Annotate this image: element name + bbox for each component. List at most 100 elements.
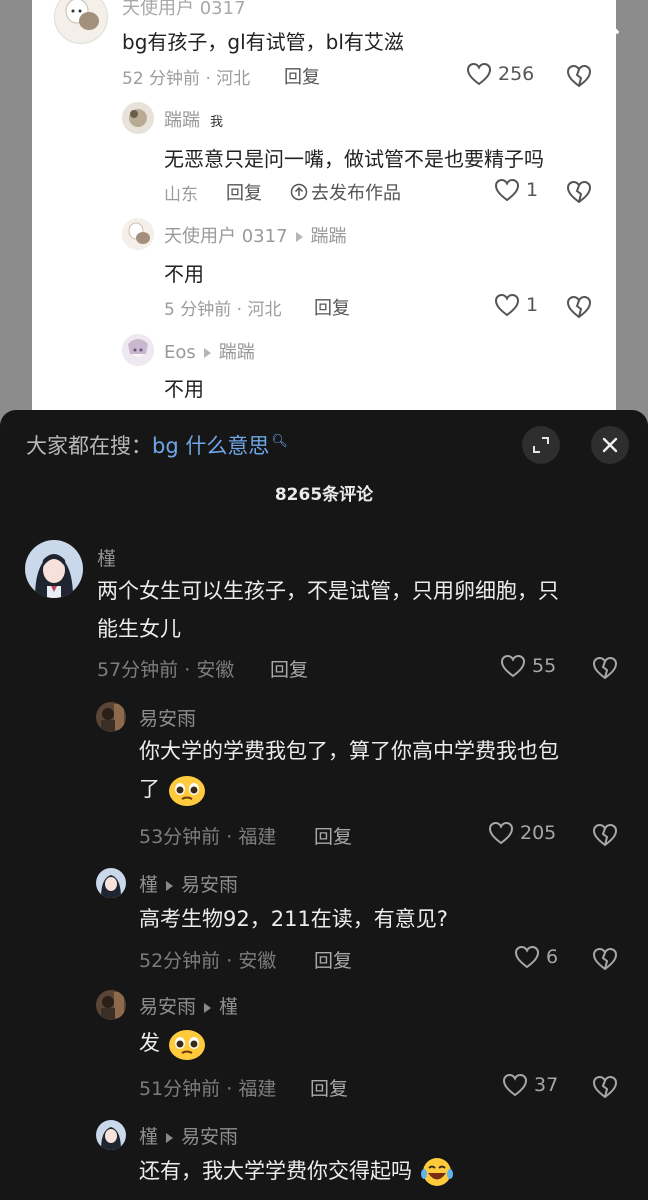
- reply-button[interactable]: 回复: [310, 1074, 348, 1101]
- close-button[interactable]: [591, 426, 629, 464]
- avatar[interactable]: [25, 540, 83, 598]
- comment-text: bg有孩子，gl有试管，bl有艾滋: [122, 30, 404, 54]
- reply-location: 福建: [238, 826, 277, 848]
- avatar[interactable]: [122, 218, 154, 250]
- reply-username[interactable]: 槿易安雨: [139, 1122, 238, 1149]
- author-tag: 我: [210, 115, 224, 130]
- reply-meta: 51分钟前 · 福建: [139, 1074, 276, 1101]
- reply-to-user: 易安雨: [181, 1126, 239, 1148]
- heart-icon: [494, 178, 520, 202]
- broken-heart-icon[interactable]: [566, 295, 592, 319]
- laughing-crying-emoji: [420, 1158, 453, 1186]
- reply-username-text: 天使用户 0317: [164, 226, 288, 247]
- broken-heart-icon[interactable]: [592, 823, 618, 847]
- heart-icon: [494, 293, 520, 317]
- reply-text-line: 你大学的学费我包了，算了你高中学费我也包: [139, 739, 559, 763]
- avatar[interactable]: [96, 702, 126, 732]
- reply-text-line: 发: [139, 1024, 207, 1062]
- reply-username[interactable]: 踹踹我: [164, 106, 223, 132]
- reply-username[interactable]: 易安雨: [139, 704, 196, 731]
- like-count: 1: [526, 294, 539, 316]
- reply-username[interactable]: 天使用户 0317 踹踹: [164, 222, 347, 248]
- reply-location: 山东: [164, 185, 198, 205]
- reply-text-line: 高考生物92，211在读，有意见?: [139, 907, 448, 931]
- meta-separator: ·: [205, 69, 211, 89]
- reply-to-arrow: [203, 348, 211, 358]
- avatar[interactable]: [96, 1120, 126, 1150]
- search-icon[interactable]: [586, 2, 622, 36]
- avatar[interactable]: [122, 102, 154, 134]
- like-button[interactable]: 6: [514, 945, 558, 969]
- broken-heart-icon[interactable]: [592, 1075, 618, 1099]
- comment-username[interactable]: 天使用户 0317: [122, 0, 246, 20]
- like-count: 55: [532, 655, 557, 677]
- comment-meta: 52 分钟前 · 河北: [122, 64, 250, 89]
- like-button[interactable]: 205: [488, 821, 556, 845]
- share-post-button[interactable]: 去发布作品: [290, 179, 401, 205]
- comment-text-line: 两个女生可以生孩子，不是试管，只用卵细胞，只: [97, 579, 559, 603]
- like-button[interactable]: 37: [502, 1073, 558, 1097]
- reply-location: 安徽: [238, 950, 277, 972]
- reply-time: 53分钟前: [139, 826, 221, 848]
- hot-search-term[interactable]: bg 什么意思: [152, 434, 269, 458]
- comment-location: 安徽: [196, 659, 235, 681]
- like-count: 256: [498, 63, 535, 85]
- comment-meta: 57分钟前 · 安徽: [97, 655, 234, 682]
- like-count: 1: [526, 179, 539, 201]
- reply-button[interactable]: 回复: [314, 822, 352, 849]
- like-button[interactable]: 1: [494, 178, 538, 202]
- reply-meta: 53分钟前 · 福建: [139, 822, 276, 849]
- like-button[interactable]: 1: [494, 293, 538, 317]
- reply-time: 52分钟前: [139, 950, 221, 972]
- reply-username-text: 槿: [139, 1126, 159, 1148]
- reply-location: 河北: [247, 300, 282, 320]
- broken-heart-icon[interactable]: [566, 64, 592, 88]
- reply-username[interactable]: 易安雨槿: [139, 992, 238, 1019]
- comment-sheet: 大家都在搜：bg 什么意思 🔍︎ 8265条评论 槿 两个女生可以生孩子，不是试管…: [0, 410, 648, 1200]
- reply-to-user: 踹踹: [310, 226, 347, 247]
- avatar[interactable]: [96, 990, 126, 1020]
- reply-username-text: Eos: [164, 342, 196, 363]
- reply-username[interactable]: 槿易安雨: [139, 870, 238, 897]
- broken-heart-icon[interactable]: [566, 180, 592, 204]
- heart-icon: [514, 945, 540, 969]
- reply-to-user: 踹踹: [218, 342, 255, 363]
- heart-icon: [488, 821, 514, 845]
- close-icon: [602, 437, 618, 453]
- reply-button[interactable]: 回复: [270, 655, 308, 682]
- reply-button[interactable]: 回复: [284, 63, 320, 89]
- broken-heart-icon[interactable]: [592, 656, 618, 680]
- reply-text: 发: [139, 1031, 160, 1055]
- reply-username[interactable]: Eos 踹踹: [164, 338, 255, 364]
- expand-button[interactable]: [522, 426, 560, 464]
- reply-text: 不用: [164, 377, 204, 401]
- share-icon: [290, 183, 308, 201]
- avatar[interactable]: [54, 0, 108, 44]
- reply-to-arrow: [166, 1132, 174, 1143]
- reply-button[interactable]: 回复: [314, 946, 352, 973]
- reply-text: 还有，我大学学费你交得起吗: [139, 1159, 412, 1183]
- share-label: 去发布作品: [311, 183, 401, 204]
- reply-meta: 5 分钟前 · 河北: [164, 295, 281, 320]
- like-button[interactable]: 256: [466, 62, 534, 86]
- reply-meta: 52分钟前 · 安徽: [139, 946, 276, 973]
- reply-text-line-end: 了: [139, 777, 160, 801]
- reply-username-text: 踹踹: [164, 110, 200, 131]
- reply-username-text: 槿: [139, 874, 159, 896]
- comment-time: 52 分钟前: [122, 69, 201, 89]
- hot-search-prefix: 大家都在搜：: [26, 434, 152, 458]
- reply-text-line: 还有，我大学学费你交得起吗: [139, 1152, 455, 1190]
- heart-icon: [500, 654, 526, 678]
- reply-button[interactable]: 回复: [314, 294, 350, 320]
- broken-heart-icon[interactable]: [592, 947, 618, 971]
- avatar[interactable]: [96, 868, 126, 898]
- comment-location: 河北: [216, 69, 251, 89]
- comment-username[interactable]: 槿: [97, 544, 116, 571]
- avatar[interactable]: [122, 334, 154, 366]
- comment-count: 8265条评论: [274, 485, 374, 505]
- comment-text-line: 能生女儿: [97, 617, 181, 641]
- reply-text: 无恶意只是问一嘴，做试管不是也要精子吗: [164, 147, 544, 171]
- meta-separator: ·: [236, 300, 243, 320]
- reply-button[interactable]: 回复: [226, 179, 262, 205]
- like-button[interactable]: 55: [500, 654, 556, 678]
